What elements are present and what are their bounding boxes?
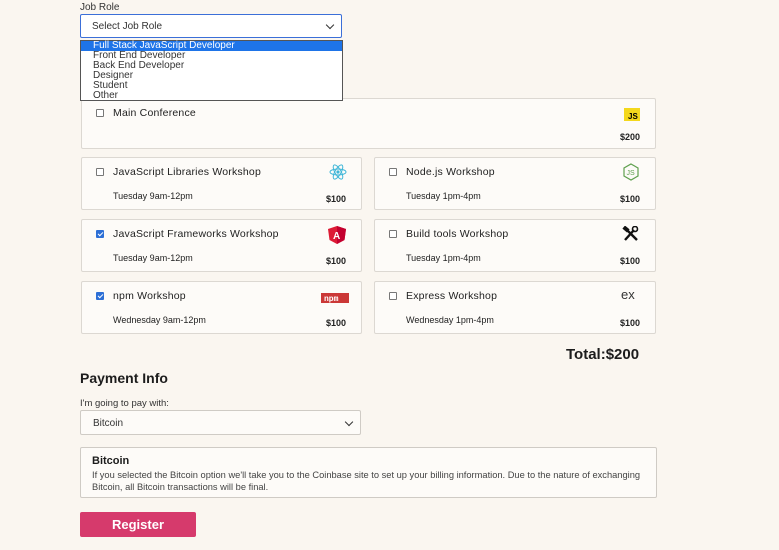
express-icon: ex	[621, 287, 641, 307]
svg-text:JS: JS	[628, 112, 638, 121]
workshop-time: Tuesday 1pm-4pm	[406, 191, 481, 201]
workshop-time: Tuesday 9am-12pm	[113, 191, 193, 201]
npm-icon: npm	[321, 290, 349, 308]
job-role-dropdown-list: Full Stack JavaScript Developer Front En…	[80, 40, 343, 101]
workshop-name: Build tools Workshop	[406, 228, 509, 240]
workshop-price: $100	[325, 194, 346, 204]
workshop-time: Tuesday 9am-12pm	[113, 253, 193, 263]
payment-method-select[interactable]: Bitcoin	[80, 410, 361, 435]
workshop-price: $100	[619, 256, 640, 266]
workshop-name: JavaScript Libraries Workshop	[113, 166, 261, 178]
job-role-selected-value: Select Job Role	[92, 21, 163, 32]
main-conference-checkbox[interactable]	[96, 109, 104, 117]
workshop-card[interactable]: Build tools Workshop Tuesday 1pm-4pm $10…	[374, 219, 656, 272]
workshop-price: $100	[325, 318, 346, 328]
payment-method-label: I'm going to pay with:	[80, 398, 169, 409]
nodejs-icon: JS	[622, 163, 640, 186]
workshop-name: JavaScript Frameworks Workshop	[113, 228, 279, 240]
workshop-card[interactable]: Express Workshop ex Wednesday 1pm-4pm $1…	[374, 281, 656, 334]
svg-text:ex: ex	[621, 288, 635, 302]
workshop-price: $100	[619, 194, 640, 204]
workshop-checkbox[interactable]	[389, 292, 397, 300]
bitcoin-info-text: If you selected the Bitcoin option we'll…	[92, 470, 641, 492]
main-conference-card[interactable]: Main Conference JS $200	[81, 98, 656, 149]
workshop-card[interactable]: Node.js Workshop JS Tuesday 1pm-4pm $100	[374, 157, 656, 210]
svg-text:JS: JS	[627, 170, 636, 177]
svg-text:npm: npm	[324, 295, 339, 303]
workshop-name: npm Workshop	[113, 290, 186, 302]
chevron-down-icon	[325, 20, 335, 30]
js-icon: JS	[624, 108, 640, 121]
main-conference-price: $200	[619, 132, 640, 142]
job-role-option[interactable]: Student	[81, 81, 342, 91]
workshop-checkbox[interactable]	[389, 168, 397, 176]
payment-info-heading: Payment Info	[80, 370, 168, 386]
workshop-name: Node.js Workshop	[406, 166, 495, 178]
bitcoin-info-title: Bitcoin	[92, 455, 130, 467]
job-role-label: Job Role	[80, 2, 120, 13]
bitcoin-info-box: Bitcoin If you selected the Bitcoin opti…	[80, 447, 657, 498]
workshop-card[interactable]: npm Workshop npm Wednesday 9am-12pm $100	[81, 281, 362, 334]
chevron-down-icon	[344, 417, 354, 427]
total-amount: Total:$200	[566, 346, 640, 363]
workshop-name: Express Workshop	[406, 290, 498, 302]
workshop-time: Wednesday 1pm-4pm	[406, 315, 494, 325]
svg-text:A: A	[333, 231, 340, 242]
react-icon	[329, 164, 347, 185]
job-role-option[interactable]: Other	[81, 91, 342, 101]
workshop-card[interactable]: JavaScript Libraries Workshop Tuesday 9a…	[81, 157, 362, 210]
workshop-card[interactable]: JavaScript Frameworks Workshop A Tuesday…	[81, 219, 362, 272]
tools-icon	[622, 225, 640, 247]
workshop-checkbox[interactable]	[389, 230, 397, 238]
register-button[interactable]: Register	[80, 512, 196, 537]
main-conference-name: Main Conference	[113, 107, 196, 119]
job-role-select[interactable]: Select Job Role	[80, 14, 342, 38]
workshop-time: Wednesday 9am-12pm	[113, 315, 206, 325]
workshop-time: Tuesday 1pm-4pm	[406, 253, 481, 263]
workshop-checkbox[interactable]	[96, 292, 104, 300]
workshop-checkbox[interactable]	[96, 168, 104, 176]
payment-method-selected-value: Bitcoin	[93, 418, 124, 429]
angular-icon: A	[327, 226, 347, 249]
workshop-checkbox[interactable]	[96, 230, 104, 238]
workshop-price: $100	[325, 256, 346, 266]
workshop-price: $100	[619, 318, 640, 328]
